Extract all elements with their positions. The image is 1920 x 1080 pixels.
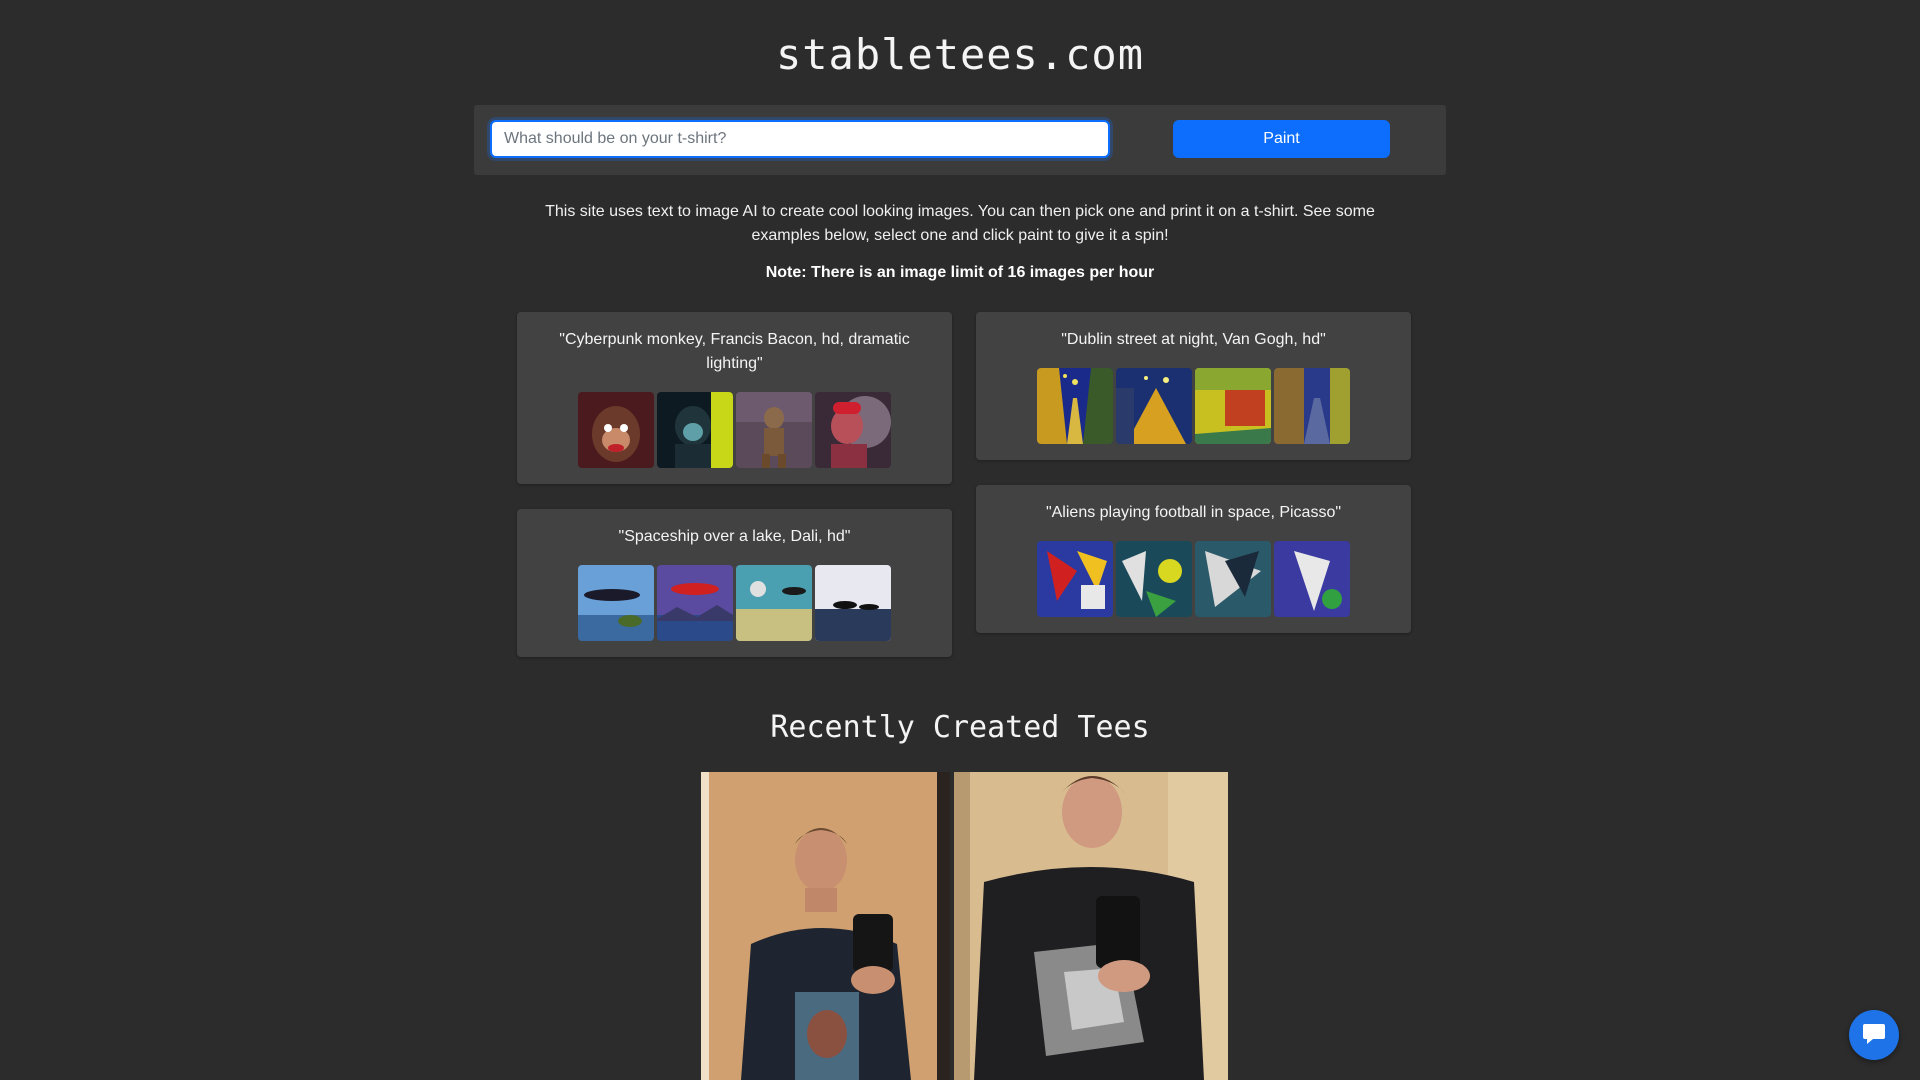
example-thumbnail[interactable] xyxy=(657,392,733,468)
example-thumbnail[interactable] xyxy=(815,565,891,641)
example-prompt: "Aliens playing football in space, Picas… xyxy=(1045,504,1342,521)
example-thumbnail[interactable] xyxy=(1274,541,1350,617)
example-prompt: "Dublin street at night, Van Gogh, hd" xyxy=(1061,331,1326,348)
example-card-aliens[interactable]: "Aliens playing football in space, Picas… xyxy=(976,485,1411,633)
prompt-input[interactable] xyxy=(490,120,1110,158)
recent-tee-photo[interactable] xyxy=(701,772,950,1080)
image-limit-note: Note: There is an image limit of 16 imag… xyxy=(765,264,1155,281)
example-thumbnail[interactable] xyxy=(1116,541,1192,617)
example-thumbnail[interactable] xyxy=(1195,368,1271,444)
example-prompt: "Cyberpunk monkey, Francis Bacon, hd, dr… xyxy=(559,331,910,372)
recent-tee-photo[interactable] xyxy=(954,772,1228,1080)
example-card-monkey[interactable]: "Cyberpunk monkey, Francis Bacon, hd, dr… xyxy=(517,312,952,484)
example-thumbnail[interactable] xyxy=(815,392,891,468)
example-thumbnail[interactable] xyxy=(736,392,812,468)
example-card-spaceship[interactable]: "Spaceship over a lake, Dali, hd" xyxy=(517,509,952,657)
intro-text: This site uses text to image AI to creat… xyxy=(545,203,1375,244)
example-thumbnail[interactable] xyxy=(736,565,812,641)
example-thumbnail[interactable] xyxy=(1116,368,1192,444)
recent-tees-heading: Recently Created Tees xyxy=(770,710,1150,745)
example-thumbnail[interactable] xyxy=(1274,368,1350,444)
example-thumbnail[interactable] xyxy=(1037,541,1113,617)
example-thumbnail[interactable] xyxy=(578,565,654,641)
search-bar: Paint xyxy=(474,105,1446,175)
example-thumbnail[interactable] xyxy=(1195,541,1271,617)
chat-button[interactable] xyxy=(1849,1010,1899,1060)
site-title: stabletees.com xyxy=(775,30,1144,79)
example-thumbnail[interactable] xyxy=(578,392,654,468)
example-thumbnail[interactable] xyxy=(1037,368,1113,444)
paint-button[interactable]: Paint xyxy=(1173,120,1390,158)
example-card-dublin[interactable]: "Dublin street at night, Van Gogh, hd" xyxy=(976,312,1411,460)
example-thumbnail[interactable] xyxy=(657,565,733,641)
chat-bubble-icon xyxy=(1861,1020,1887,1051)
example-prompt: "Spaceship over a lake, Dali, hd" xyxy=(618,528,851,545)
